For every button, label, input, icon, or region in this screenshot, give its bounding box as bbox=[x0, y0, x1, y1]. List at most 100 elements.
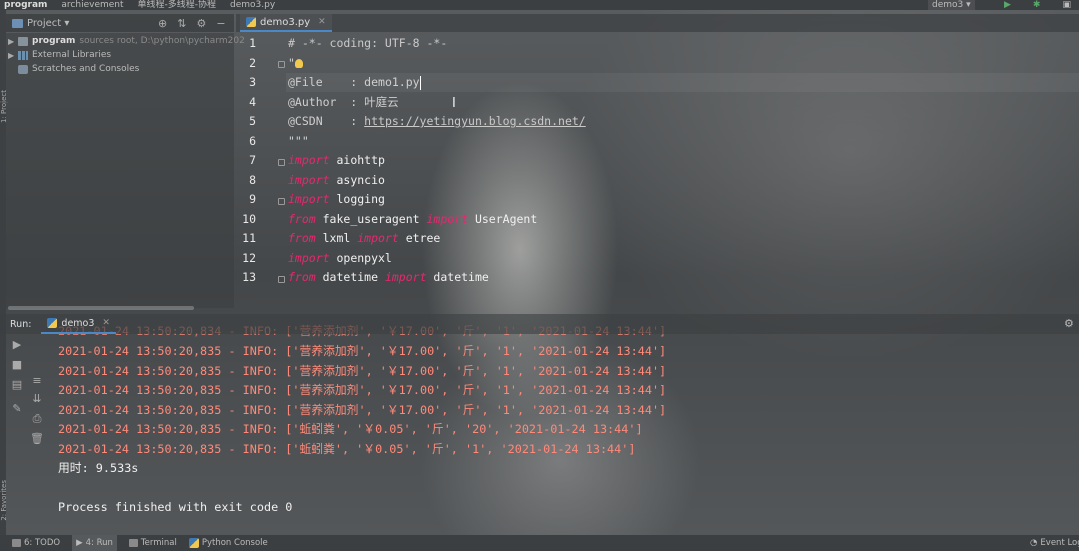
terminal-icon bbox=[128, 539, 138, 547]
gear-icon[interactable]: ⚙ bbox=[196, 17, 206, 30]
editor-gutter: 1 2 3 4 5 6 7 8 9 10 11 12 13 bbox=[236, 34, 285, 296]
fold-icon[interactable] bbox=[278, 276, 285, 283]
run-tool-button[interactable]: ▶ 4: Run bbox=[72, 535, 117, 551]
collapse-icon[interactable]: ⇅ bbox=[177, 17, 186, 30]
chevron-right-icon[interactable]: ▶ bbox=[8, 37, 18, 46]
console-line: 2021-01-24 13:50:20,835 - INFO: ['营养添加剂'… bbox=[58, 402, 667, 417]
line-number: 9 bbox=[249, 192, 256, 206]
console-line: 2021-01-24 13:50:20,835 - INFO: ['蚯蚓粪', … bbox=[58, 441, 636, 456]
run-console-output[interactable]: 2021-01-24 13:50:20,834 - INFO: ['营养添加剂'… bbox=[58, 322, 1078, 534]
line-number: 10 bbox=[242, 211, 256, 226]
breadcrumb-file[interactable]: demo3.py bbox=[230, 0, 275, 10]
navigation-bar: program archievement 单线程-多线程-协程 demo3.py… bbox=[0, 0, 1079, 10]
project-tree: ▶ program sources root, D:\python\pychar… bbox=[6, 33, 245, 308]
line-number: 7 bbox=[249, 153, 256, 167]
code-line: import asyncio bbox=[288, 172, 385, 187]
run-panel-header: Run: demo3 ✕ ⚙ bbox=[0, 314, 1079, 334]
line-number: 1 bbox=[249, 36, 256, 50]
run-config-select[interactable]: demo3 ▾ bbox=[928, 0, 975, 10]
breadcrumb-project[interactable]: program bbox=[4, 0, 47, 10]
lightbulb-icon[interactable] bbox=[294, 58, 303, 68]
project-view-select[interactable]: Project ▾ bbox=[27, 18, 69, 29]
console-line: 2021-01-24 13:50:20,835 - INFO: ['营养添加剂'… bbox=[58, 363, 667, 378]
event-log-icon: ◔ bbox=[1030, 538, 1038, 548]
close-icon[interactable]: ✕ bbox=[318, 17, 326, 27]
run-icon[interactable]: ▶ bbox=[1004, 0, 1011, 10]
code-line: @Author : 叶庭云 bbox=[288, 94, 399, 109]
print-icon[interactable]: ⎙ bbox=[30, 412, 44, 426]
debug-icon[interactable]: ✱ bbox=[1033, 0, 1041, 10]
play-icon: ▶ bbox=[76, 538, 83, 548]
breadcrumb-subfolder[interactable]: 单线程-多线程-协程 bbox=[138, 0, 217, 10]
code-line: """ bbox=[288, 133, 309, 148]
tree-item-program[interactable]: ▶ program sources root, D:\python\pychar… bbox=[8, 34, 245, 48]
todo-tool-button[interactable]: 6: TODO bbox=[12, 538, 60, 548]
python-file-icon bbox=[246, 17, 256, 27]
python-file-icon bbox=[47, 318, 58, 328]
scratches-icon bbox=[18, 64, 28, 74]
code-line: from datetime import datetime bbox=[288, 270, 489, 284]
folder-icon bbox=[18, 36, 28, 46]
line-number: 6 bbox=[249, 133, 256, 148]
code-line: from lxml import etree bbox=[288, 231, 441, 245]
mouse-ibeam-cursor: I bbox=[452, 96, 456, 111]
chevron-right-icon[interactable]: ▶ bbox=[8, 51, 18, 60]
fold-icon[interactable] bbox=[278, 159, 285, 166]
stop-icon[interactable]: ■ bbox=[10, 358, 24, 371]
line-number: 11 bbox=[242, 231, 256, 245]
trash-icon[interactable]: 🗑 bbox=[30, 432, 44, 445]
line-number: 2 bbox=[249, 55, 256, 70]
console-line: 2021-01-24 13:50:20,835 - INFO: ['蚯蚓粪', … bbox=[58, 422, 643, 436]
coverage-icon[interactable]: ▣ bbox=[1062, 0, 1071, 10]
code-line: @CSDN : https://yetingyun.blog.csdn.net/ bbox=[288, 114, 586, 128]
close-icon[interactable]: ✕ bbox=[102, 318, 110, 328]
editor-tab-bar: demo3.py ✕ bbox=[236, 14, 1079, 32]
python-console-tool-button[interactable]: Python Console bbox=[188, 538, 268, 548]
tree-item-external-libraries[interactable]: ▶ External Libraries bbox=[8, 48, 111, 62]
fold-icon[interactable] bbox=[278, 198, 285, 205]
code-line: # -*- coding: UTF-8 -*- bbox=[288, 36, 448, 50]
rerun-icon[interactable]: ▶ bbox=[10, 338, 24, 351]
line-number: 12 bbox=[242, 250, 256, 265]
code-line: from fake_useragent import UserAgent bbox=[288, 211, 538, 226]
layout-icon[interactable]: ▤ bbox=[10, 378, 24, 391]
line-number: 5 bbox=[249, 114, 256, 128]
console-line: 2021-01-24 13:50:20,835 - INFO: ['营养添加剂'… bbox=[58, 383, 667, 397]
gear-icon[interactable]: ⚙ bbox=[1064, 317, 1074, 330]
hide-icon[interactable]: − bbox=[216, 17, 225, 30]
tool-window-bar: 6: TODO ▶ 4: Run Terminal Python Console … bbox=[0, 535, 1079, 551]
code-line: @File : demo1.py bbox=[288, 75, 421, 90]
tab-run-demo3[interactable]: demo3 ✕ bbox=[41, 314, 116, 334]
code-line: import aiohttp bbox=[288, 153, 385, 167]
console-finished: Process finished with exit code 0 bbox=[58, 500, 293, 514]
code-editor[interactable]: # -*- coding: UTF-8 -*- " @File : demo1.… bbox=[286, 34, 1079, 296]
tree-item-scratches[interactable]: Scratches and Consoles bbox=[8, 62, 139, 76]
text-caret bbox=[419, 75, 421, 90]
pin-icon[interactable]: ✎ bbox=[10, 402, 24, 415]
code-line: import logging bbox=[288, 192, 385, 206]
run-toolbar-left: ▶ ■ ▤ ✎ bbox=[6, 334, 26, 534]
line-number: 3 bbox=[249, 75, 256, 89]
breadcrumb-folder[interactable]: archievement bbox=[61, 0, 123, 10]
project-folder-icon bbox=[12, 18, 23, 28]
project-panel-header: Project ▾ ⊕ ⇅ ⚙ − bbox=[6, 14, 234, 32]
line-number: 8 bbox=[249, 172, 256, 187]
event-log-button[interactable]: ◔ Event Log bbox=[1030, 535, 1079, 551]
library-icon bbox=[18, 50, 28, 60]
scroll-to-end-icon[interactable]: ⇊ bbox=[30, 392, 44, 405]
code-line: import openpyxl bbox=[288, 250, 392, 265]
tab-demo3[interactable]: demo3.py ✕ bbox=[240, 14, 332, 32]
run-toolbar-right: ≡ ⇊ ⎙ 🗑 bbox=[28, 370, 48, 460]
csdn-link[interactable]: https://yetingyun.blog.csdn.net/ bbox=[364, 114, 586, 128]
fold-icon[interactable] bbox=[278, 61, 285, 68]
locate-icon[interactable]: ⊕ bbox=[158, 17, 167, 30]
line-number: 4 bbox=[249, 94, 256, 109]
project-horizontal-scrollbar[interactable] bbox=[8, 306, 194, 310]
console-line: 2021-01-24 13:50:20,835 - INFO: ['营养添加剂'… bbox=[58, 344, 667, 358]
run-label: Run: bbox=[10, 318, 32, 330]
terminal-tool-button[interactable]: Terminal bbox=[128, 538, 177, 548]
todo-icon bbox=[12, 539, 21, 547]
line-number: 13 bbox=[242, 270, 256, 284]
soft-wrap-icon[interactable]: ≡ bbox=[30, 374, 44, 387]
console-elapsed: 用时: 9.533s bbox=[58, 461, 139, 475]
